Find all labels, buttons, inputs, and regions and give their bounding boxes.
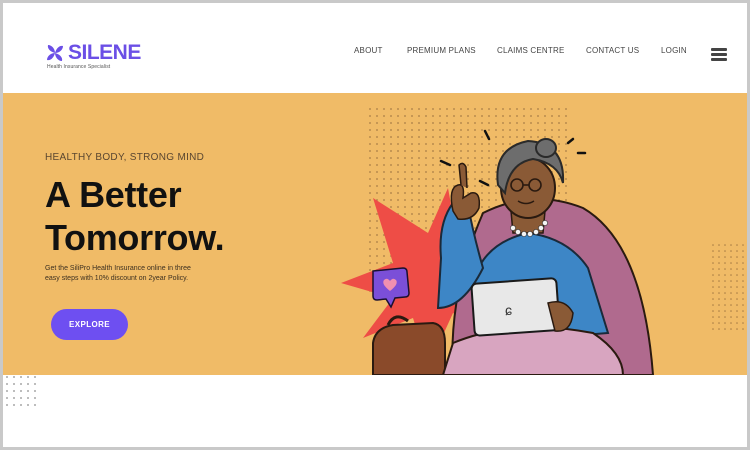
- hamburger-menu-icon[interactable]: [711, 48, 727, 61]
- tablet-device-shape: [470, 277, 561, 337]
- handbag-shape: [372, 321, 446, 375]
- nav-link-login[interactable]: LOGIN: [661, 46, 687, 55]
- nav-link-about[interactable]: ABOUT: [354, 46, 383, 55]
- nav-link-claims-centre[interactable]: CLAIMS CENTRE: [497, 46, 565, 55]
- menu-bar: [711, 53, 727, 56]
- nav-link-premium-plans[interactable]: PREMIUM PLANS: [407, 46, 476, 55]
- brand-name: SILENE: [68, 41, 141, 64]
- decorative-dot-pattern: [6, 376, 36, 406]
- hair-bun-shape: [535, 138, 557, 158]
- hero-section: HEALTHY BODY, STRONG MIND A Better Tomor…: [3, 93, 747, 375]
- hero-eyebrow: HEALTHY BODY, STRONG MIND: [45, 152, 205, 163]
- explore-button[interactable]: EXPLORE: [51, 309, 128, 340]
- menu-bar: [711, 48, 727, 51]
- hero-headline: A Better Tomorrow.: [45, 174, 225, 258]
- dot-pattern-right: [708, 243, 747, 333]
- site-header: SILENE Health Insurance Specialist ABOUT…: [3, 3, 747, 93]
- brand-logo[interactable]: SILENE Health Insurance Specialist: [45, 41, 141, 70]
- hero-illustration: ɕ: [341, 105, 747, 375]
- logo-row: SILENE: [45, 41, 141, 64]
- nav-link-contact-us[interactable]: CONTACT US: [586, 46, 639, 55]
- index-finger-shape: [458, 162, 468, 189]
- hero-description: Get the SiliPro Health Insurance online …: [45, 265, 191, 282]
- leaf-logo-icon: [47, 45, 63, 61]
- brand-tagline: Health Insurance Specialist: [47, 64, 111, 70]
- menu-bar: [711, 58, 727, 61]
- tablet-logo-glyph: ɕ: [505, 302, 512, 318]
- page-frame: SILENE Health Insurance Specialist ABOUT…: [3, 3, 747, 447]
